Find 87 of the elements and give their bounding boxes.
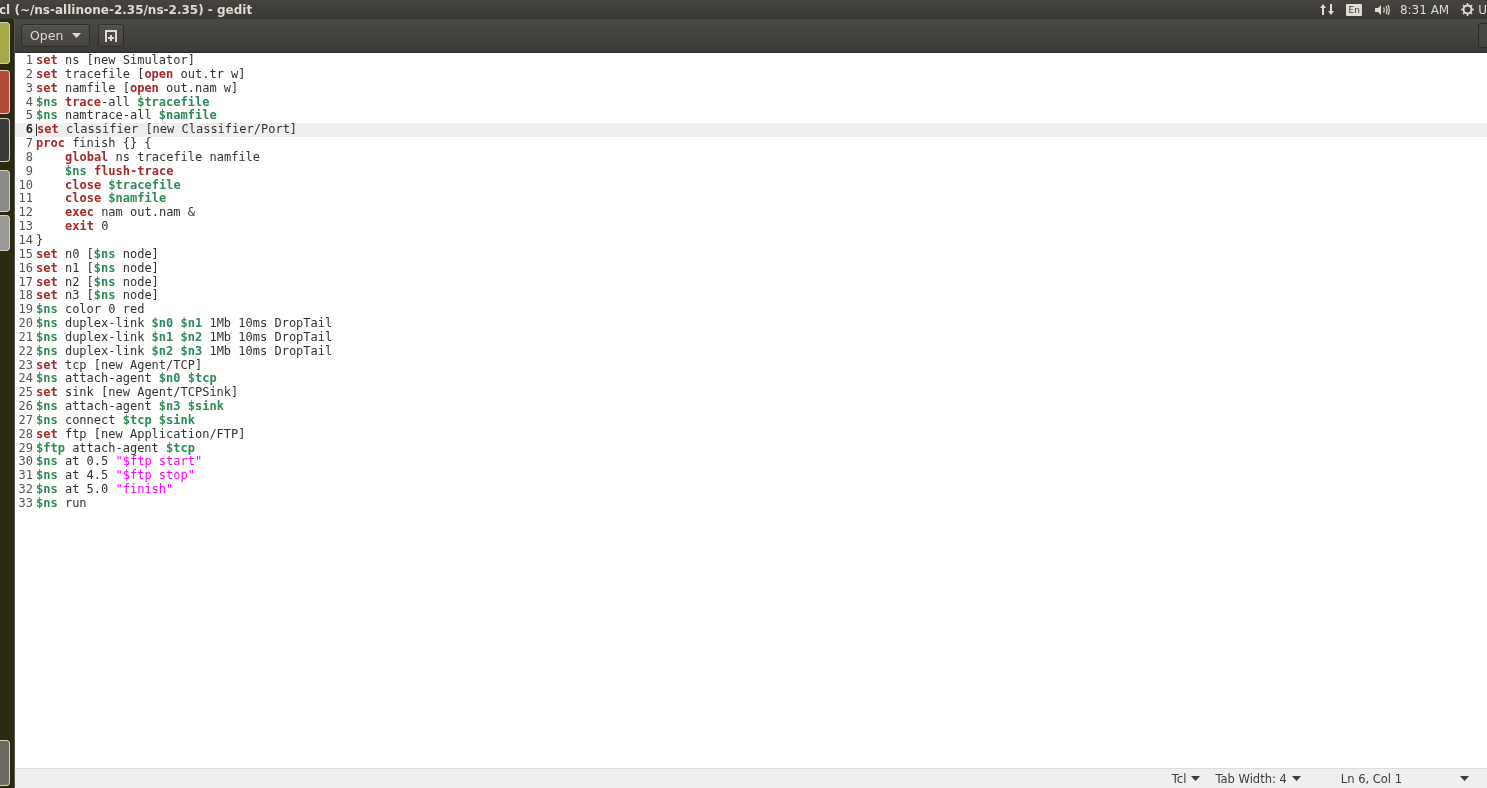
line-number: 6 xyxy=(24,123,34,138)
line-number: 33 xyxy=(17,497,34,511)
line-number: 12 xyxy=(17,206,34,221)
line-number: 27 xyxy=(17,413,34,428)
cursor-position: Ln 6, Col 1 xyxy=(1340,771,1402,786)
caret-icon xyxy=(1291,776,1301,781)
caret-icon xyxy=(1191,776,1201,781)
window-title: cl (~/ns-allinone-2.35/ns-2.35) - gedit xyxy=(0,2,253,17)
code-line: set n1 [$ns node] xyxy=(36,261,159,276)
code-line: $ns color 0 red xyxy=(36,303,145,317)
line-number: 4 xyxy=(24,95,34,110)
code-line: $ns run xyxy=(36,497,87,511)
code-line: set n0 [$ns node] xyxy=(36,247,159,262)
line-number: 30 xyxy=(17,455,34,470)
line-number: 15 xyxy=(17,247,34,262)
line-number: 25 xyxy=(17,386,34,401)
line-number: 29 xyxy=(17,441,34,456)
clock[interactable]: 8:31 AM xyxy=(1399,2,1450,17)
line-number: 23 xyxy=(17,358,34,373)
code-line: set sink [new Agent/TCPSink] xyxy=(36,386,239,400)
code-line: $ns duplex-link $n0 $n1 1Mb 10ms DropTail xyxy=(36,317,333,331)
text-cursor xyxy=(36,124,37,137)
open-button[interactable]: Open xyxy=(21,24,91,47)
code-line: set namfile [open out.nam w] xyxy=(36,81,239,95)
code-line: $ns connect $tcp $sink xyxy=(36,413,195,428)
code-line: set ftp [new Application/FTP] xyxy=(36,427,246,442)
new-document-icon xyxy=(104,29,119,42)
volume-icon[interactable] xyxy=(1374,3,1390,16)
line-number: 7 xyxy=(24,137,34,151)
code-line: set classifier [new Classifier/Port] xyxy=(37,123,298,137)
line-number: 14 xyxy=(17,233,34,248)
line-number: 28 xyxy=(17,427,34,442)
line-number: 17 xyxy=(17,275,34,290)
line-number: 9 xyxy=(24,164,34,179)
line-number: 13 xyxy=(17,220,34,234)
line-number: 21 xyxy=(17,330,34,345)
caret-icon xyxy=(72,33,82,38)
line-number: 18 xyxy=(17,289,34,304)
code-line: exit 0 xyxy=(64,220,109,234)
code-line: $ns at 5.0 "finish" xyxy=(36,483,174,497)
code-line: proc finish {} { xyxy=(36,137,152,151)
code-line: $ns trace-all $tracefile xyxy=(36,95,210,109)
line-number: 32 xyxy=(17,483,34,497)
line-number: 19 xyxy=(17,303,34,318)
line-number: 22 xyxy=(17,344,34,359)
gear-icon[interactable] xyxy=(1461,3,1475,16)
line-number: 5 xyxy=(24,109,34,124)
code-line: $ns namtrace-all $namfile xyxy=(36,109,217,123)
code-line: $ns attach-agent $n3 $sink xyxy=(36,400,224,414)
network-arrows-icon[interactable] xyxy=(1320,3,1335,16)
code-line: close $namfile xyxy=(64,192,167,207)
code-line: $ns attach-agent $n0 $tcp xyxy=(36,372,217,387)
line-number: 2 xyxy=(24,67,34,82)
code-line: $ns flush-trace xyxy=(64,164,174,179)
app-launcher-icon[interactable] xyxy=(0,70,10,114)
line-number: 26 xyxy=(17,400,34,414)
code-line: } xyxy=(36,233,44,248)
code-line: $ns duplex-link $n2 $n3 1Mb 10ms DropTail xyxy=(36,344,333,359)
line-number: 3 xyxy=(24,81,34,96)
code-line: $ns duplex-link $n1 $n2 1Mb 10ms DropTail xyxy=(36,330,333,345)
code-line: set n3 [$ns node] xyxy=(36,289,159,303)
code-line: global ns tracefile namfile xyxy=(64,150,261,165)
line-number: 20 xyxy=(17,317,34,331)
code-line: close $tracefile xyxy=(64,178,181,192)
app-launcher-icon[interactable] xyxy=(0,118,10,162)
code-line: set n2 [$ns node] xyxy=(36,275,159,289)
line-number: 24 xyxy=(17,372,34,387)
code-line: set ns [new Simulator] xyxy=(36,54,195,68)
line-number: 10 xyxy=(17,178,34,193)
code-line: set tracefile [open out.tr w] xyxy=(36,67,246,82)
line-number: 1 xyxy=(24,54,34,68)
code-line: $ns at 0.5 "$ftp start" xyxy=(36,455,203,469)
line-number: 16 xyxy=(17,261,34,276)
line-number: 31 xyxy=(17,469,34,484)
app-launcher-icon[interactable] xyxy=(0,740,10,786)
user-menu[interactable]: U xyxy=(1478,2,1487,17)
language-menu[interactable]: Tcl xyxy=(1171,771,1201,786)
line-number: 11 xyxy=(17,192,34,207)
code-line: exec nam out.nam & xyxy=(64,206,196,220)
options-caret-icon[interactable] xyxy=(1460,776,1469,781)
code-line: set tcp [new Agent/TCP] xyxy=(36,358,203,373)
keyboard-layout-indicator[interactable]: En xyxy=(1346,3,1362,16)
code-line: $ftp attach-agent $tcp xyxy=(36,441,195,456)
line-number: 8 xyxy=(24,150,34,165)
new-tab-button[interactable] xyxy=(98,24,125,47)
tab-width-menu[interactable]: Tab Width: 4 xyxy=(1215,771,1301,786)
code-line: $ns at 4.5 "$ftp stop" xyxy=(36,469,195,483)
